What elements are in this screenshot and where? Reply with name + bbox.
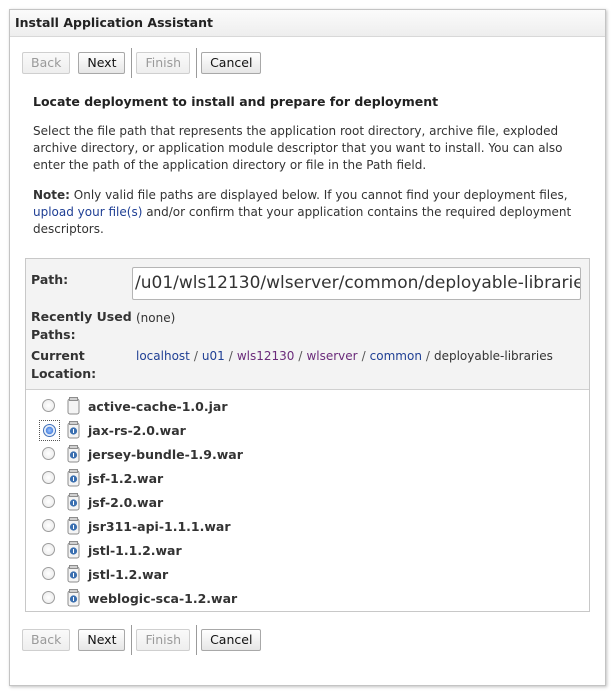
crumb-separator: / (193, 349, 198, 363)
recently-used-label-line1: Recently Used (31, 309, 132, 324)
file-radio[interactable] (42, 591, 55, 604)
recently-used-value: (none) (136, 311, 176, 325)
page-heading: Locate deployment to install and prepare… (33, 94, 439, 109)
crumb-wlserver[interactable]: wlserver (306, 349, 357, 363)
breadcrumb: localhost / u01/wls12130/wlserver / common / d… (136, 347, 553, 365)
list-item[interactable]: jstl-1.2.war (26, 564, 589, 588)
radio-wrapper (39, 396, 60, 417)
list-item[interactable]: jsf-2.0.war (26, 492, 589, 516)
note-text: Note: Only valid file paths are displaye… (33, 187, 583, 238)
file-radio-selected[interactable] (43, 424, 56, 437)
list-item[interactable]: jsf-1.2.war (26, 468, 589, 492)
path-label: Path: (31, 272, 69, 287)
radio-wrapper (39, 468, 60, 489)
note-text-before: Only valid file paths are displayed belo… (69, 188, 568, 202)
crumb-separator: / (361, 349, 366, 363)
crumb-common[interactable]: common (370, 349, 422, 363)
radio-wrapper (39, 444, 60, 465)
file-name: jsf-1.2.war (88, 471, 164, 486)
recently-used-label: Recently Used Paths: (31, 308, 132, 344)
list-item[interactable]: jax-rs-2.0.war (26, 420, 589, 444)
bottom-toolbar: Back Next Finish Cancel (22, 625, 269, 655)
file-name: jstl-1.1.2.war (88, 543, 182, 558)
war-file-icon (67, 421, 80, 439)
recently-used-label-line2: Paths: (31, 327, 76, 342)
finish-button[interactable]: Finish (136, 52, 191, 74)
file-name: jsf-2.0.war (88, 495, 164, 510)
toolbar-separator (196, 48, 198, 78)
finish-button[interactable]: Finish (136, 629, 191, 651)
file-radio[interactable] (42, 567, 55, 580)
file-name: jsr311-api-1.1.1.war (88, 519, 231, 534)
crumb-wls12130[interactable]: wls12130 (237, 349, 295, 363)
crumb-separator: / (298, 349, 303, 363)
radio-wrapper (39, 420, 60, 441)
current-location-label: Current Location: (31, 347, 96, 383)
war-file-icon (67, 589, 80, 607)
file-radio[interactable] (42, 519, 55, 532)
crumb-localhost[interactable]: localhost (136, 349, 190, 363)
file-name: weblogic-sca-1.2.war (88, 591, 238, 606)
list-item[interactable]: jersey-bundle-1.9.war (26, 444, 589, 468)
toolbar-separator (131, 48, 133, 78)
radio-wrapper (39, 540, 60, 561)
file-name: jersey-bundle-1.9.war (88, 447, 243, 462)
list-item[interactable]: jstl-1.1.2.war (26, 540, 589, 564)
upload-files-link[interactable]: upload your file(s) (33, 205, 142, 219)
war-file-icon (67, 469, 80, 487)
file-radio[interactable] (42, 495, 55, 508)
file-radio[interactable] (42, 543, 55, 556)
crumb-separator: / (425, 349, 430, 363)
current-location-label-line1: Current (31, 348, 85, 363)
file-name: jstl-1.2.war (88, 567, 169, 582)
file-radio[interactable] (42, 471, 55, 484)
cancel-button[interactable]: Cancel (201, 629, 262, 651)
cancel-button[interactable]: Cancel (201, 52, 262, 74)
note-label: Note: (33, 188, 70, 202)
path-info-header: Path: /u01/wls12130/wlserver/common/depl… (26, 259, 589, 390)
list-item[interactable]: weblogic-sca-1.2.war (26, 588, 589, 612)
content-area: Locate deployment to install and prepare… (33, 94, 583, 251)
file-browser: Path: /u01/wls12130/wlserver/common/depl… (25, 258, 590, 612)
crumb-separator: / (228, 349, 233, 363)
war-file-icon (67, 565, 80, 583)
list-item[interactable]: active-cache-1.0.jar (26, 396, 589, 420)
toolbar-separator (131, 625, 133, 655)
top-toolbar: Back Next Finish Cancel (22, 48, 269, 78)
file-radio[interactable] (42, 447, 55, 460)
next-button[interactable]: Next (78, 52, 126, 74)
next-button[interactable]: Next (78, 629, 126, 651)
jar-file-icon (67, 397, 80, 415)
list-item[interactable]: jsr311-api-1.1.1.war (26, 516, 589, 540)
war-file-icon (67, 517, 80, 535)
file-name: jax-rs-2.0.war (88, 423, 186, 438)
file-radio[interactable] (42, 399, 55, 412)
war-file-icon (67, 541, 80, 559)
crumb-u01[interactable]: u01 (202, 349, 225, 363)
back-button[interactable]: Back (22, 629, 71, 651)
radio-wrapper (39, 516, 60, 537)
toolbar-separator (196, 625, 198, 655)
back-button[interactable]: Back (22, 52, 71, 74)
war-file-icon (67, 493, 80, 511)
path-input[interactable]: /u01/wls12130/wlserver/common/deployable… (132, 267, 581, 300)
radio-wrapper (39, 588, 60, 609)
war-file-icon (67, 445, 80, 463)
crumb-current: deployable-libraries (433, 349, 553, 363)
radio-wrapper (39, 564, 60, 585)
panel-title: Install Application Assistant (10, 10, 605, 37)
path-value: /u01/wls12130/wlserver/common/deployable… (135, 273, 581, 293)
current-location-label-line2: Location: (31, 366, 97, 381)
description-text: Select the file path that represents the… (33, 124, 563, 172)
file-name: active-cache-1.0.jar (88, 399, 228, 414)
radio-wrapper (39, 492, 60, 513)
